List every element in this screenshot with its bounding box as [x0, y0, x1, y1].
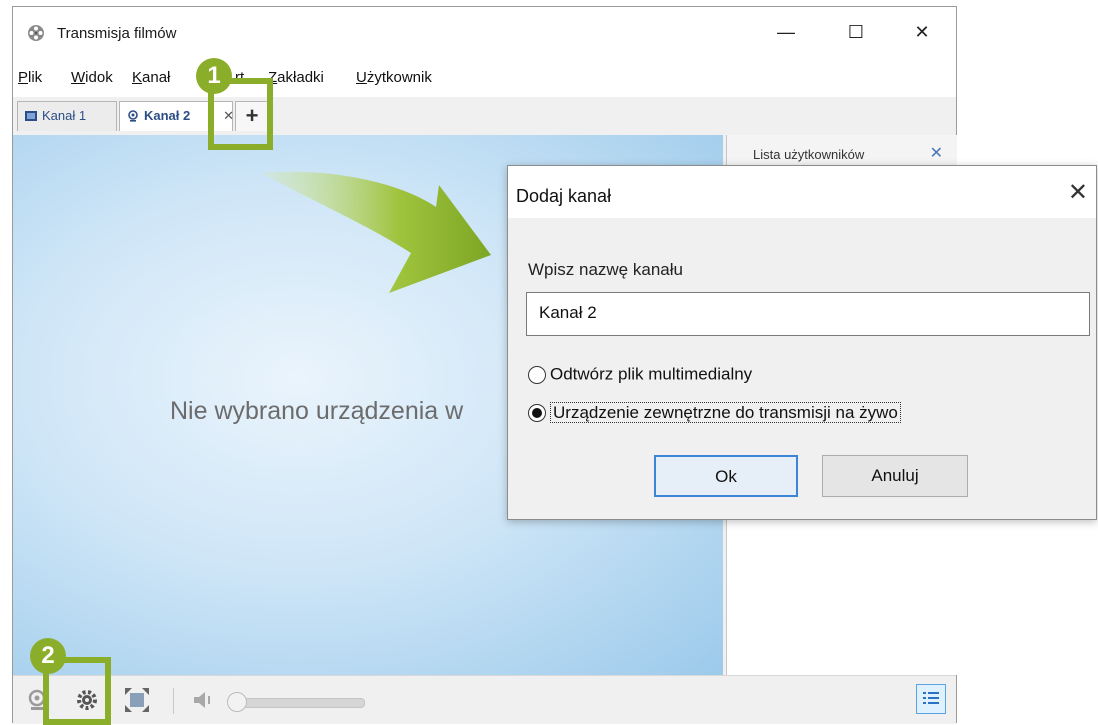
arrow-graphic — [261, 171, 491, 293]
webcam-icon — [128, 110, 138, 122]
ok-button[interactable]: Ok — [654, 455, 798, 497]
radio-external-device[interactable]: Urządzenie zewnętrzne do transmisji na ż… — [528, 401, 901, 423]
add-channel-dialog: Dodaj kanał ✕ Wpisz nazwę kanału Kanał 2… — [507, 165, 1097, 520]
menu-bar: Plik Widok Kanał rt Zakładki Użytkownik — [13, 57, 956, 97]
volume-icon[interactable] — [189, 686, 217, 714]
cancel-button[interactable]: Anuluj — [822, 455, 968, 497]
radio-button[interactable] — [528, 365, 546, 384]
menu-plik[interactable]: Plik — [18, 69, 42, 86]
radio-button-selected[interactable] — [528, 403, 546, 422]
title-bar: Transmisja filmów — ☐ ✕ — [13, 7, 956, 57]
bottom-toolbar — [13, 675, 956, 724]
maximize-button[interactable]: ☐ — [836, 17, 876, 49]
dialog-title-bar: Dodaj kanał ✕ — [508, 166, 1096, 218]
channel-name-label: Wpisz nazwę kanału — [528, 260, 683, 279]
toolbar-divider — [173, 688, 174, 714]
volume-slider-knob[interactable] — [227, 692, 247, 712]
no-device-message: Nie wybrano urządzenia w — [170, 397, 464, 425]
tab-kanal-1[interactable]: Kanał 1 — [17, 101, 117, 131]
radio-label: Odtwórz plik multimedialny — [550, 364, 753, 384]
radio-label: Urządzenie zewnętrzne do transmisji na ż… — [550, 401, 901, 423]
film-reel-icon — [28, 25, 44, 41]
tab-label: Kanał 1 — [42, 108, 87, 123]
channel-name-input[interactable]: Kanał 2 — [526, 292, 1090, 336]
close-button[interactable]: ✕ — [902, 17, 942, 49]
user-list-toggle-button[interactable] — [916, 684, 946, 714]
dialog-close-button[interactable]: ✕ — [1068, 178, 1088, 207]
film-icon — [25, 111, 37, 121]
step-badge-1: 1 — [196, 58, 232, 94]
dialog-title: Dodaj kanał — [516, 186, 612, 206]
window-title: Transmisja filmów — [57, 25, 177, 42]
menu-kanal[interactable]: Kanał — [132, 69, 170, 86]
user-list-title: Lista użytkowników — [753, 147, 865, 162]
tab-label: Kanał 2 — [144, 108, 191, 123]
menu-uzytkownik[interactable]: Użytkownik — [356, 69, 432, 86]
close-icon[interactable]: ✕ — [930, 143, 943, 163]
tab-strip: Kanał 1 Kanał 2 ✕ + — [13, 97, 956, 135]
step-badge-2: 2 — [30, 638, 66, 674]
list-icon — [923, 692, 939, 704]
minimize-button[interactable]: — — [766, 17, 806, 49]
volume-slider[interactable] — [233, 698, 365, 708]
radio-play-file[interactable]: Odtwórz plik multimedialny — [528, 364, 752, 385]
fullscreen-icon[interactable] — [123, 686, 151, 714]
menu-widok[interactable]: Widok — [71, 69, 113, 86]
menu-zakladki[interactable]: Zakładki — [268, 69, 324, 86]
